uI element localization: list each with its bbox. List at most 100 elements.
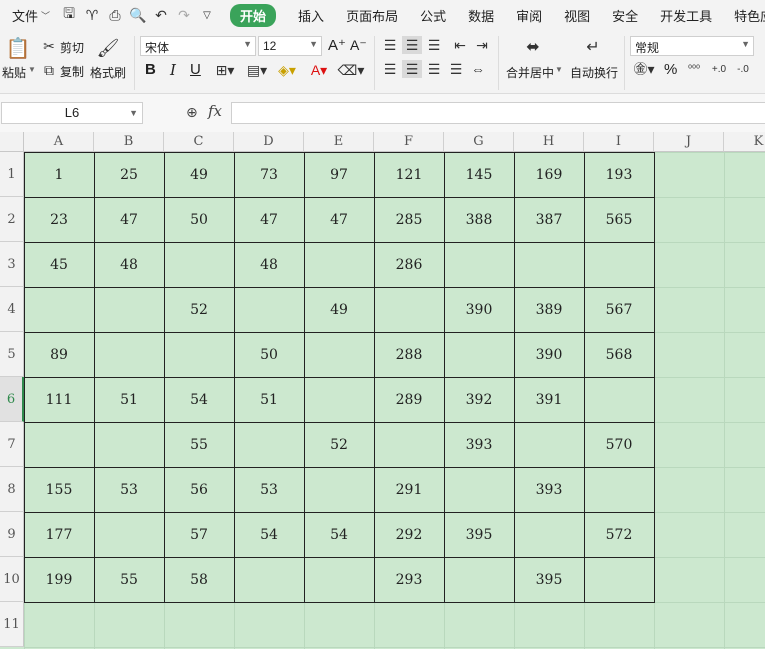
cell-e6[interactable] xyxy=(304,377,374,422)
save-icon[interactable]: 🖫 xyxy=(60,5,78,24)
column-header-e[interactable]: E xyxy=(304,132,374,152)
cell-a5[interactable]: 89 xyxy=(24,332,94,377)
cell-h4[interactable]: 389 xyxy=(514,287,584,332)
wrap-text-icon[interactable]: ↵ xyxy=(580,36,606,58)
row-header-7[interactable]: 7 xyxy=(0,422,24,467)
cell-d3[interactable]: 48 xyxy=(234,242,304,287)
cell-style-icon[interactable]: ▤▾ xyxy=(244,61,270,79)
cell-g4[interactable]: 390 xyxy=(444,287,514,332)
cell-c9[interactable]: 57 xyxy=(164,512,234,557)
cell-e5[interactable] xyxy=(304,332,374,377)
distribute-icon[interactable]: ⇔ xyxy=(468,60,488,78)
cell-g9[interactable]: 395 xyxy=(444,512,514,557)
cell-a4[interactable] xyxy=(24,287,94,332)
bold-button[interactable]: B xyxy=(145,61,156,78)
row-header-9[interactable]: 9 xyxy=(0,512,24,557)
cell-d6[interactable]: 51 xyxy=(234,377,304,422)
row-header-6[interactable]: 6 xyxy=(0,377,24,422)
cell-b6[interactable]: 51 xyxy=(94,377,164,422)
print-preview-icon[interactable]: 🔍 xyxy=(129,6,147,24)
increase-decimal-icon[interactable]: +.0 xyxy=(708,60,730,78)
formula-input[interactable] xyxy=(231,102,765,124)
tab-formulas[interactable]: 公式 xyxy=(420,6,446,25)
column-header-d[interactable]: D xyxy=(234,132,304,152)
cell-c5[interactable] xyxy=(164,332,234,377)
chevron-down-icon[interactable]: ▼ xyxy=(129,103,138,123)
cell-d2[interactable]: 47 xyxy=(234,197,304,242)
cell-d4[interactable] xyxy=(234,287,304,332)
column-header-i[interactable]: I xyxy=(584,132,654,152)
cell-e4[interactable]: 49 xyxy=(304,287,374,332)
row-header-5[interactable]: 5 xyxy=(0,332,24,377)
cell-h3[interactable] xyxy=(514,242,584,287)
cell-e7[interactable]: 52 xyxy=(304,422,374,467)
cell-a7[interactable] xyxy=(24,422,94,467)
cell-i1[interactable]: 193 xyxy=(584,152,654,197)
cell-g6[interactable]: 392 xyxy=(444,377,514,422)
insert-function-button[interactable]: fx xyxy=(208,102,222,120)
font-size-select[interactable]: 12 ▼ xyxy=(258,36,322,56)
tab-features[interactable]: 特色应 xyxy=(734,6,765,25)
number-format-select[interactable]: 常规 ▼ xyxy=(630,36,754,56)
column-header-j[interactable]: J xyxy=(654,132,724,152)
cell-f6[interactable]: 289 xyxy=(374,377,444,422)
cell-f1[interactable]: 121 xyxy=(374,152,444,197)
tab-insert[interactable]: 插入 xyxy=(298,6,324,25)
cell-i10[interactable] xyxy=(584,557,654,602)
merge-center-button[interactable]: 合并居中 xyxy=(506,64,554,81)
cell-a1[interactable]: 1 xyxy=(24,152,94,197)
cell-b2[interactable]: 47 xyxy=(94,197,164,242)
row-header-3[interactable]: 3 xyxy=(0,242,24,287)
cell-f5[interactable]: 288 xyxy=(374,332,444,377)
wrap-text-button[interactable]: 自动换行 xyxy=(570,64,618,81)
cell-b8[interactable]: 53 xyxy=(94,467,164,512)
cell-i2[interactable]: 565 xyxy=(584,197,654,242)
format-icon[interactable]: ♈ xyxy=(83,6,101,24)
cell-a8[interactable]: 155 xyxy=(24,467,94,512)
cell-i9[interactable]: 572 xyxy=(584,512,654,557)
cell-g3[interactable] xyxy=(444,242,514,287)
cell-c4[interactable]: 52 xyxy=(164,287,234,332)
copy-button[interactable]: 复制 xyxy=(60,63,84,80)
cell-h7[interactable] xyxy=(514,422,584,467)
tab-review[interactable]: 审阅 xyxy=(516,6,542,25)
cell-h8[interactable]: 393 xyxy=(514,467,584,512)
cell-i8[interactable] xyxy=(584,467,654,512)
cell-g7[interactable]: 393 xyxy=(444,422,514,467)
cell-i6[interactable] xyxy=(584,377,654,422)
column-header-g[interactable]: G xyxy=(444,132,514,152)
cell-f2[interactable]: 285 xyxy=(374,197,444,242)
cell-g8[interactable] xyxy=(444,467,514,512)
cell-b5[interactable] xyxy=(94,332,164,377)
tab-security[interactable]: 安全 xyxy=(612,6,638,25)
currency-icon[interactable]: ㊎▾ xyxy=(630,60,658,78)
align-middle-icon[interactable]: ☰ xyxy=(402,36,422,54)
cell-a10[interactable]: 199 xyxy=(24,557,94,602)
cell-b1[interactable]: 25 xyxy=(94,152,164,197)
cell-b9[interactable] xyxy=(94,512,164,557)
eraser-icon[interactable]: ⌫▾ xyxy=(338,61,365,79)
cell-f9[interactable]: 292 xyxy=(374,512,444,557)
paste-icon[interactable]: 📋 xyxy=(6,36,31,60)
row-header-8[interactable]: 8 xyxy=(0,467,24,512)
cell-d7[interactable] xyxy=(234,422,304,467)
font-name-select[interactable]: 宋体 ▼ xyxy=(140,36,256,56)
column-header-h[interactable]: H xyxy=(514,132,584,152)
cell-c3[interactable] xyxy=(164,242,234,287)
align-top-icon[interactable]: ☰ xyxy=(380,36,400,54)
cell-e1[interactable]: 97 xyxy=(304,152,374,197)
align-center-icon[interactable]: ☰ xyxy=(402,60,422,78)
justify-icon[interactable]: ☰ xyxy=(446,60,466,78)
cell-e8[interactable] xyxy=(304,467,374,512)
cell-d1[interactable]: 73 xyxy=(234,152,304,197)
cell-i4[interactable]: 567 xyxy=(584,287,654,332)
merge-dropdown-icon[interactable]: ▼ xyxy=(555,65,563,74)
cell-a6[interactable]: 111 xyxy=(24,377,94,422)
tab-page-layout[interactable]: 页面布局 xyxy=(346,6,398,25)
cell-h10[interactable]: 395 xyxy=(514,557,584,602)
percent-button[interactable]: % xyxy=(664,61,677,78)
increase-font-icon[interactable]: A⁺ xyxy=(328,36,346,54)
paste-button[interactable]: 粘贴 xyxy=(2,64,26,81)
thousands-icon[interactable]: ⁰⁰⁰ xyxy=(684,60,704,78)
cell-h6[interactable]: 391 xyxy=(514,377,584,422)
